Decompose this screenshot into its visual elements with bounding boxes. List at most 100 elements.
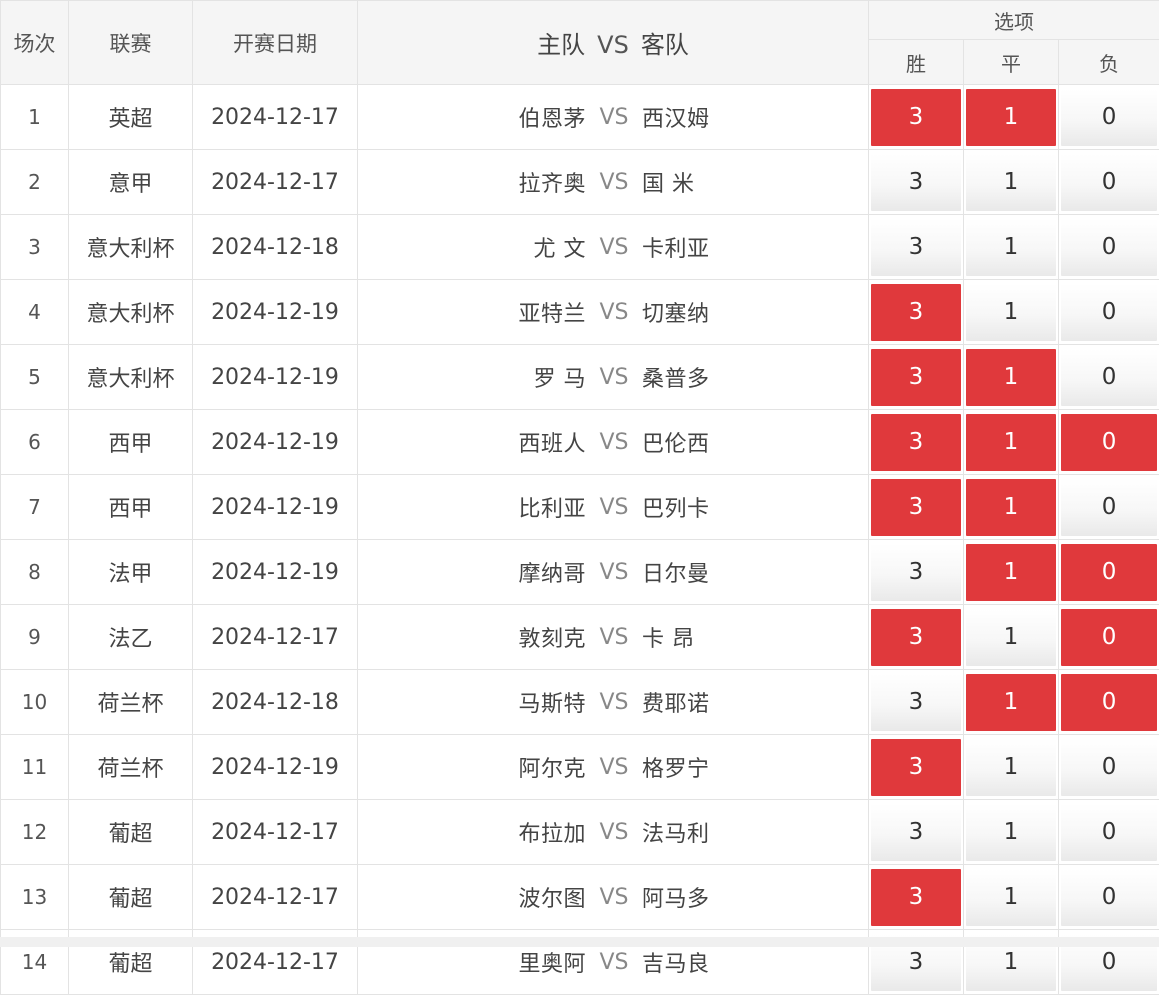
lose-cell: 0 bbox=[1059, 475, 1159, 540]
header-home: 主队 bbox=[537, 31, 585, 59]
match-index: 4 bbox=[1, 280, 69, 345]
vs-label: VS bbox=[586, 300, 642, 325]
draw-option-button[interactable]: 1 bbox=[966, 739, 1056, 796]
win-option-button[interactable]: 3 bbox=[871, 154, 961, 211]
draw-option-button[interactable]: 1 bbox=[966, 219, 1056, 276]
table-header: 场次 联赛 开赛日期 主队VS客队 选项 胜 平 负 bbox=[1, 1, 1159, 85]
win-option-button[interactable]: 3 bbox=[871, 284, 961, 341]
home-team: 比利亚 bbox=[358, 491, 586, 523]
win-option-button[interactable]: 3 bbox=[871, 219, 961, 276]
match-index: 1 bbox=[1, 85, 69, 150]
match-teams: 拉齐奥VS国 米 bbox=[358, 150, 869, 215]
match-index: 6 bbox=[1, 410, 69, 475]
win-cell: 3 bbox=[869, 540, 964, 605]
match-index: 9 bbox=[1, 605, 69, 670]
away-team: 巴列卡 bbox=[642, 491, 868, 523]
lose-option-button[interactable]: 0 bbox=[1061, 609, 1157, 666]
lose-cell: 0 bbox=[1059, 735, 1159, 800]
league-name: 荷兰杯 bbox=[69, 670, 193, 735]
win-option-button[interactable]: 3 bbox=[871, 89, 961, 146]
table-row: 4意大利杯2024-12-19亚特兰VS切塞纳310 bbox=[1, 280, 1159, 345]
draw-option-button[interactable]: 1 bbox=[966, 349, 1056, 406]
win-cell: 3 bbox=[869, 345, 964, 410]
draw-option-button[interactable]: 1 bbox=[966, 674, 1056, 731]
vs-label: VS bbox=[586, 950, 642, 975]
win-option-button[interactable]: 3 bbox=[871, 349, 961, 406]
match-index: 11 bbox=[1, 735, 69, 800]
win-option-button[interactable]: 3 bbox=[871, 674, 961, 731]
match-teams: 波尔图VS阿马多 bbox=[358, 865, 869, 930]
match-date: 2024-12-19 bbox=[193, 280, 358, 345]
lose-option-button[interactable]: 0 bbox=[1061, 414, 1157, 471]
draw-cell: 1 bbox=[964, 540, 1059, 605]
header-lose: 负 bbox=[1059, 40, 1159, 85]
match-date: 2024-12-19 bbox=[193, 345, 358, 410]
vs-label: VS bbox=[586, 820, 642, 845]
away-team: 桑普多 bbox=[642, 361, 868, 393]
header-draw: 平 bbox=[964, 40, 1059, 85]
draw-option-button[interactable]: 1 bbox=[966, 544, 1056, 601]
lose-cell: 0 bbox=[1059, 670, 1159, 735]
win-option-button[interactable]: 3 bbox=[871, 804, 961, 861]
bottom-divider bbox=[0, 937, 1159, 947]
win-cell: 3 bbox=[869, 280, 964, 345]
lose-option-button[interactable]: 0 bbox=[1061, 674, 1157, 731]
draw-option-button[interactable]: 1 bbox=[966, 804, 1056, 861]
win-cell: 3 bbox=[869, 605, 964, 670]
lose-option-button[interactable]: 0 bbox=[1061, 479, 1157, 536]
league-name: 法乙 bbox=[69, 605, 193, 670]
league-name: 葡超 bbox=[69, 800, 193, 865]
home-team: 尤 文 bbox=[358, 231, 586, 263]
home-team: 敦刻克 bbox=[358, 621, 586, 653]
match-teams: 摩纳哥VS日尔曼 bbox=[358, 540, 869, 605]
win-option-button[interactable]: 3 bbox=[871, 414, 961, 471]
lose-cell: 0 bbox=[1059, 215, 1159, 280]
lose-cell: 0 bbox=[1059, 280, 1159, 345]
draw-option-button[interactable]: 1 bbox=[966, 869, 1056, 926]
table-row: 13葡超2024-12-17波尔图VS阿马多310 bbox=[1, 865, 1159, 930]
win-option-button[interactable]: 3 bbox=[871, 544, 961, 601]
draw-cell: 1 bbox=[964, 865, 1059, 930]
home-team: 马斯特 bbox=[358, 686, 586, 718]
draw-option-button[interactable]: 1 bbox=[966, 284, 1056, 341]
lose-option-button[interactable]: 0 bbox=[1061, 349, 1157, 406]
league-name: 意大利杯 bbox=[69, 280, 193, 345]
match-teams: 比利亚VS巴列卡 bbox=[358, 475, 869, 540]
table-row: 6西甲2024-12-19西班人VS巴伦西310 bbox=[1, 410, 1159, 475]
match-index: 2 bbox=[1, 150, 69, 215]
draw-cell: 1 bbox=[964, 605, 1059, 670]
lose-option-button[interactable]: 0 bbox=[1061, 284, 1157, 341]
lose-option-button[interactable]: 0 bbox=[1061, 219, 1157, 276]
vs-label: VS bbox=[586, 625, 642, 650]
win-option-button[interactable]: 3 bbox=[871, 479, 961, 536]
match-teams: 亚特兰VS切塞纳 bbox=[358, 280, 869, 345]
away-team: 日尔曼 bbox=[642, 556, 868, 588]
draw-cell: 1 bbox=[964, 410, 1059, 475]
header-match: 主队VS客队 bbox=[358, 1, 869, 85]
draw-cell: 1 bbox=[964, 215, 1059, 280]
match-teams: 阿尔克VS格罗宁 bbox=[358, 735, 869, 800]
win-cell: 3 bbox=[869, 735, 964, 800]
draw-option-button[interactable]: 1 bbox=[966, 154, 1056, 211]
away-team: 费耶诺 bbox=[642, 686, 868, 718]
header-vs: VS bbox=[597, 31, 629, 59]
home-team: 亚特兰 bbox=[358, 296, 586, 328]
lose-option-button[interactable]: 0 bbox=[1061, 89, 1157, 146]
match-date: 2024-12-19 bbox=[193, 475, 358, 540]
lose-cell: 0 bbox=[1059, 540, 1159, 605]
draw-option-button[interactable]: 1 bbox=[966, 609, 1056, 666]
lose-option-button[interactable]: 0 bbox=[1061, 869, 1157, 926]
draw-option-button[interactable]: 1 bbox=[966, 414, 1056, 471]
lose-option-button[interactable]: 0 bbox=[1061, 154, 1157, 211]
draw-option-button[interactable]: 1 bbox=[966, 479, 1056, 536]
lose-option-button[interactable]: 0 bbox=[1061, 804, 1157, 861]
lose-option-button[interactable]: 0 bbox=[1061, 544, 1157, 601]
table-row: 5意大利杯2024-12-19罗 马VS桑普多310 bbox=[1, 345, 1159, 410]
win-option-button[interactable]: 3 bbox=[871, 739, 961, 796]
vs-label: VS bbox=[586, 365, 642, 390]
win-option-button[interactable]: 3 bbox=[871, 869, 961, 926]
lose-option-button[interactable]: 0 bbox=[1061, 739, 1157, 796]
draw-option-button[interactable]: 1 bbox=[966, 89, 1056, 146]
win-option-button[interactable]: 3 bbox=[871, 609, 961, 666]
league-name: 西甲 bbox=[69, 410, 193, 475]
